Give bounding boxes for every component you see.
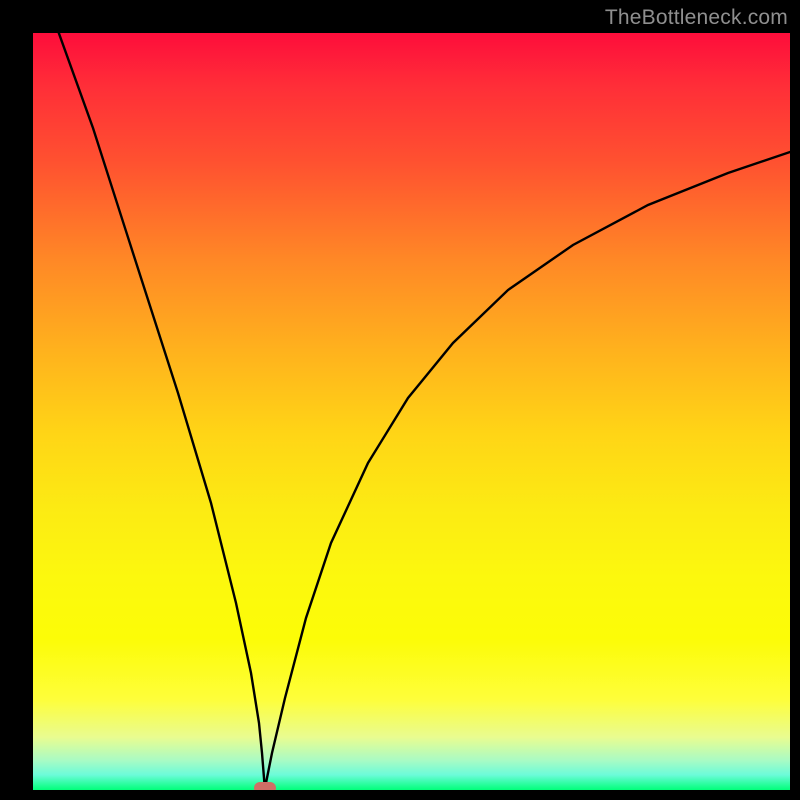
curve-layer <box>33 33 790 790</box>
optimal-marker <box>254 782 276 790</box>
watermark-text: TheBottleneck.com <box>605 6 788 30</box>
chart-frame: TheBottleneck.com <box>0 0 800 800</box>
bottleneck-curve <box>57 33 790 788</box>
plot-area <box>33 33 790 790</box>
